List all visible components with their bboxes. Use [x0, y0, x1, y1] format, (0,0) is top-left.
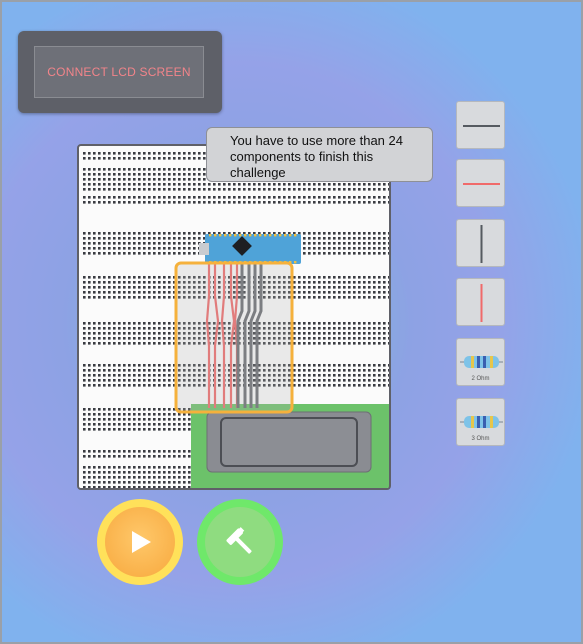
resistor-label: 2 Ohm — [471, 376, 490, 382]
challenge-tooltip: You have to use more than 24 components … — [206, 127, 433, 182]
tooltip-text: You have to use more than 24 components … — [230, 133, 403, 180]
play-button[interactable] — [97, 499, 183, 585]
hammer-icon — [226, 527, 252, 554]
lcd-screen[interactable]: CONNECT LCD SCREEN — [34, 46, 204, 98]
palette-wire-vertical-red[interactable] — [456, 278, 505, 326]
breadboard[interactable] — [77, 144, 391, 490]
palette-resistor-2-ohm[interactable]: 2 Ohm — [456, 338, 505, 386]
usb-connector — [199, 243, 209, 255]
lcd-label: CONNECT LCD SCREEN — [47, 65, 191, 79]
palette-wire-horizontal-red[interactable] — [456, 159, 505, 207]
arduino-board — [205, 234, 301, 264]
selection-highlight — [174, 261, 294, 414]
palette-resistor-3-ohm[interactable]: 3 Ohm — [456, 398, 505, 446]
resistor-label: 3 Ohm — [471, 436, 490, 442]
battery-slot — [220, 417, 358, 467]
build-button[interactable] — [197, 499, 283, 585]
palette-wire-horizontal-dark[interactable] — [456, 101, 505, 149]
breadboard-canvas[interactable] — [79, 146, 391, 490]
lcd-panel[interactable]: CONNECT LCD SCREEN — [18, 31, 222, 113]
palette-wire-vertical-dark[interactable] — [456, 219, 505, 267]
play-icon — [132, 531, 151, 553]
